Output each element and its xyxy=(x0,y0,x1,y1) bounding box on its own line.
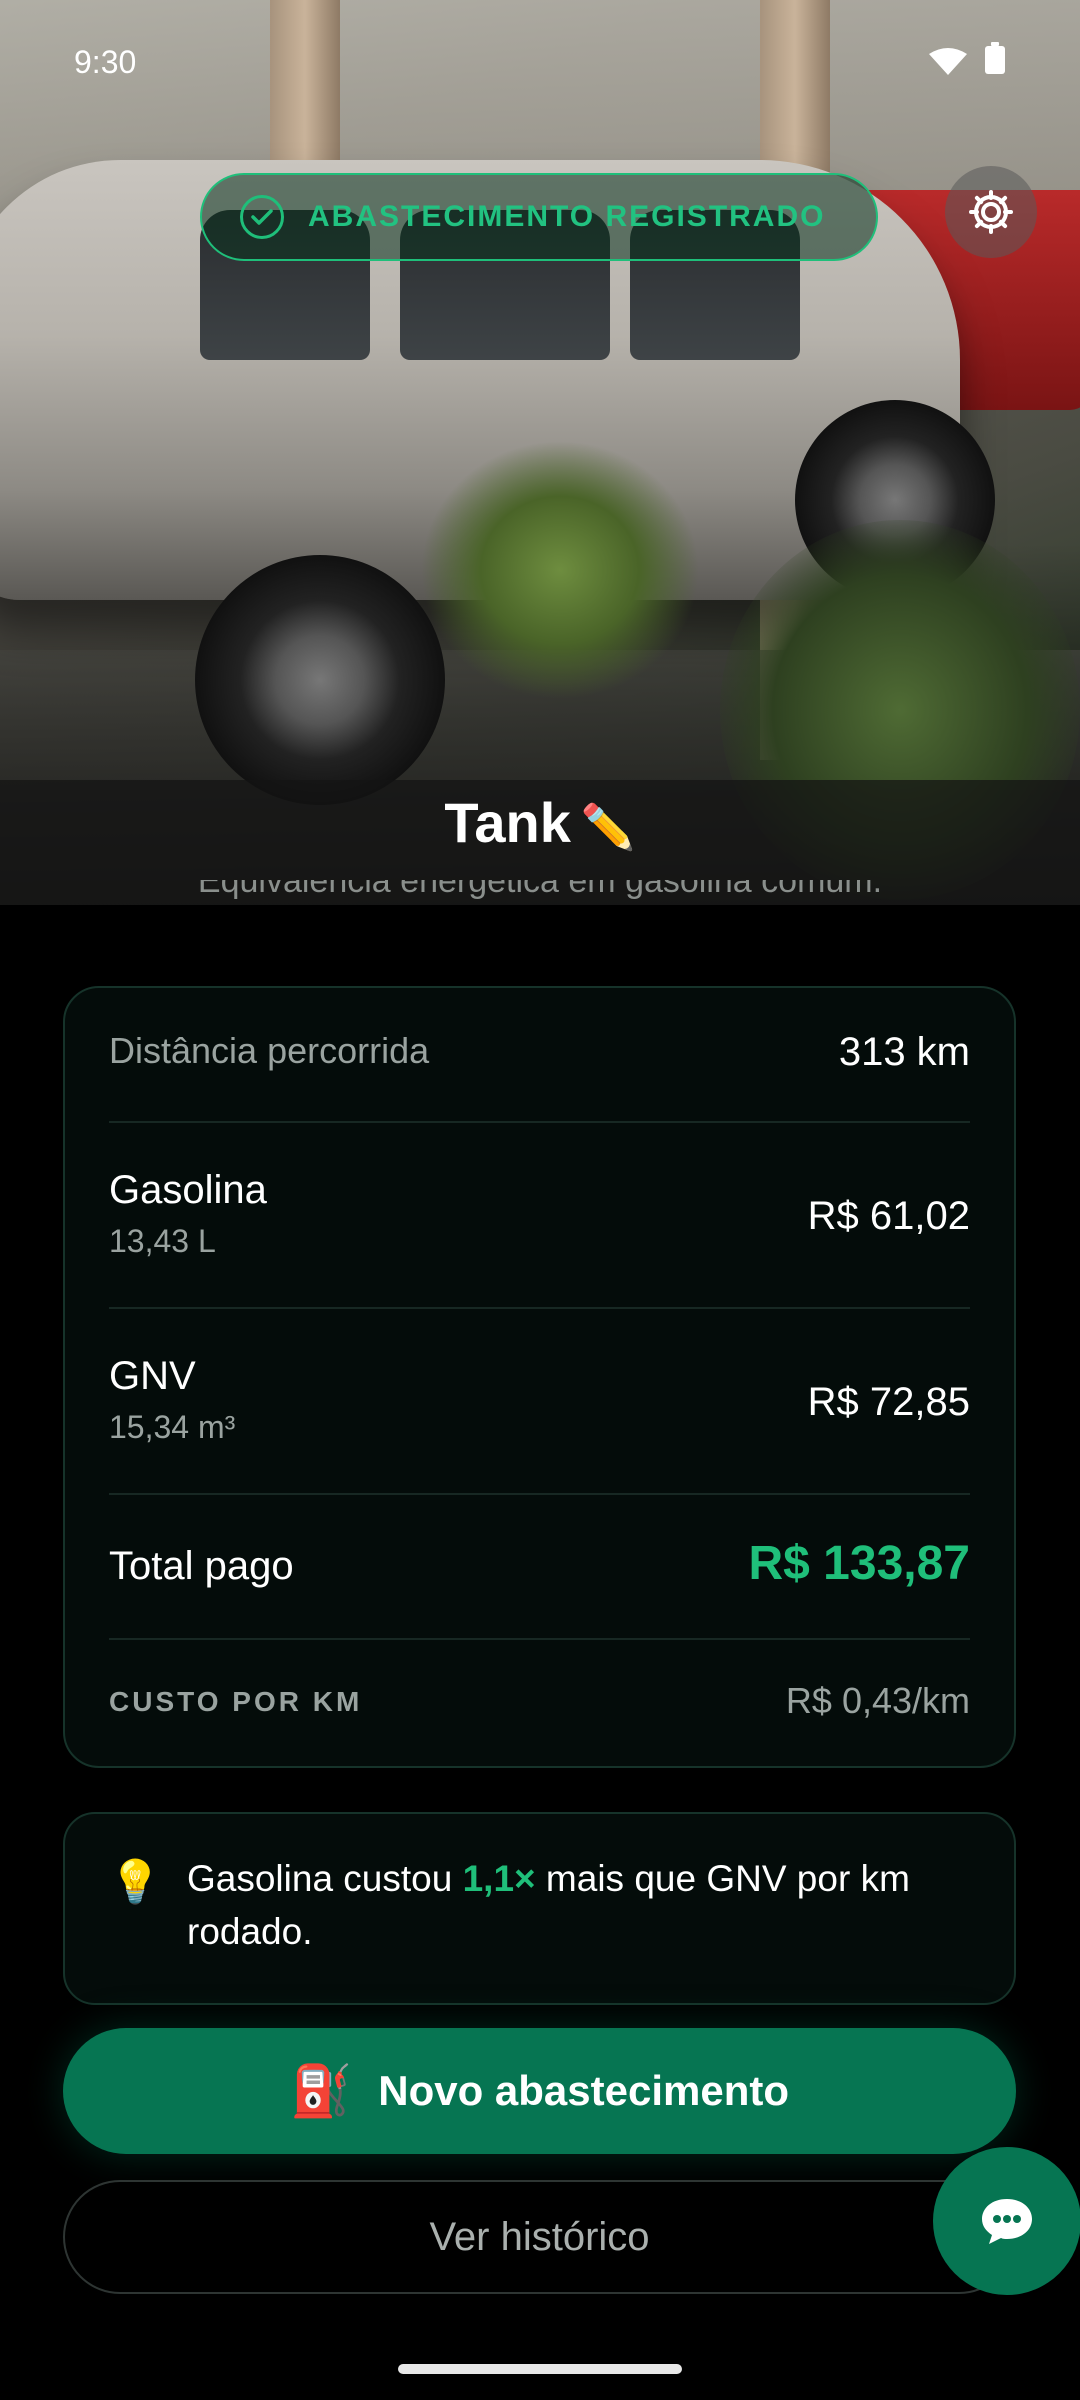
divider xyxy=(109,1307,970,1309)
home-indicator[interactable] xyxy=(398,2364,682,2374)
divider xyxy=(109,1121,970,1123)
status-time: 9:30 xyxy=(74,44,137,80)
insight-card: 💡 Gasolina custou 1,1× mais que GNV por … xyxy=(63,1812,1016,2005)
fuel-row-gasolina: Gasolina 13,43 L R$ 61,02 xyxy=(109,1168,970,1278)
fuel-row-gnv: GNV 15,34 m³ R$ 72,85 xyxy=(109,1354,970,1464)
battery-icon xyxy=(985,42,1005,74)
insight-text: Gasolina custou 1,1× mais que GNV por km… xyxy=(187,1852,987,1958)
settings-button[interactable] xyxy=(945,166,1037,258)
summary-card: Distância percorrida 313 km Gasolina 13,… xyxy=(63,986,1016,1768)
lightbulb-icon: 💡 xyxy=(109,1858,162,1905)
fuel-cost: R$ 61,02 xyxy=(807,1194,970,1238)
total-label: Total pago xyxy=(109,1544,294,1588)
check-circle-icon xyxy=(240,195,284,239)
per-km-label: CUSTO POR KM xyxy=(109,1686,363,1717)
fuel-pump-icon: ⛽ xyxy=(289,2062,353,2119)
gear-icon xyxy=(969,190,1013,234)
distance-value: 313 km xyxy=(838,1030,970,1074)
new-refuel-button[interactable]: ⛽ Novo abastecimento xyxy=(63,2028,1016,2154)
distance-row: Distância percorrida 313 km xyxy=(109,1030,970,1090)
subtitle-text: Equivalência energética em gasolina comu… xyxy=(197,880,883,900)
insight-prefix: Gasolina custou xyxy=(187,1858,463,1899)
vehicle-name: Tank xyxy=(444,791,571,854)
insight-highlight: 1,1× xyxy=(462,1858,536,1899)
wifi-icon xyxy=(929,48,967,75)
subtitle-clipped: Equivalência energética em gasolina comu… xyxy=(0,880,1080,916)
chat-bubble-icon xyxy=(982,2199,1032,2244)
chat-button[interactable] xyxy=(933,2147,1080,2295)
vehicle-title[interactable]: Tank ✏️ xyxy=(0,790,1080,855)
status-bar: 9:30 xyxy=(0,0,1080,110)
registered-badge-label: ABASTECIMENTO REGISTRADO xyxy=(308,200,826,233)
distance-label: Distância percorrida xyxy=(109,1030,430,1071)
fuel-cost: R$ 72,85 xyxy=(807,1380,970,1424)
per-km-value: R$ 0,43/km xyxy=(785,1680,970,1721)
divider xyxy=(109,1638,970,1640)
total-row: Total pago R$ 133,87 xyxy=(109,1536,970,1606)
divider xyxy=(109,1493,970,1495)
vehicle-photo xyxy=(0,0,1080,905)
new-refuel-label: Novo abastecimento xyxy=(378,2067,790,2114)
history-label: Ver histórico xyxy=(429,2214,650,2259)
total-value: R$ 133,87 xyxy=(748,1537,970,1590)
pencil-icon[interactable]: ✏️ xyxy=(581,803,636,852)
registered-badge: ABASTECIMENTO REGISTRADO xyxy=(200,173,878,261)
history-button[interactable]: Ver histórico xyxy=(63,2180,1016,2294)
per-km-row: CUSTO POR KM R$ 0,43/km xyxy=(109,1680,970,1730)
